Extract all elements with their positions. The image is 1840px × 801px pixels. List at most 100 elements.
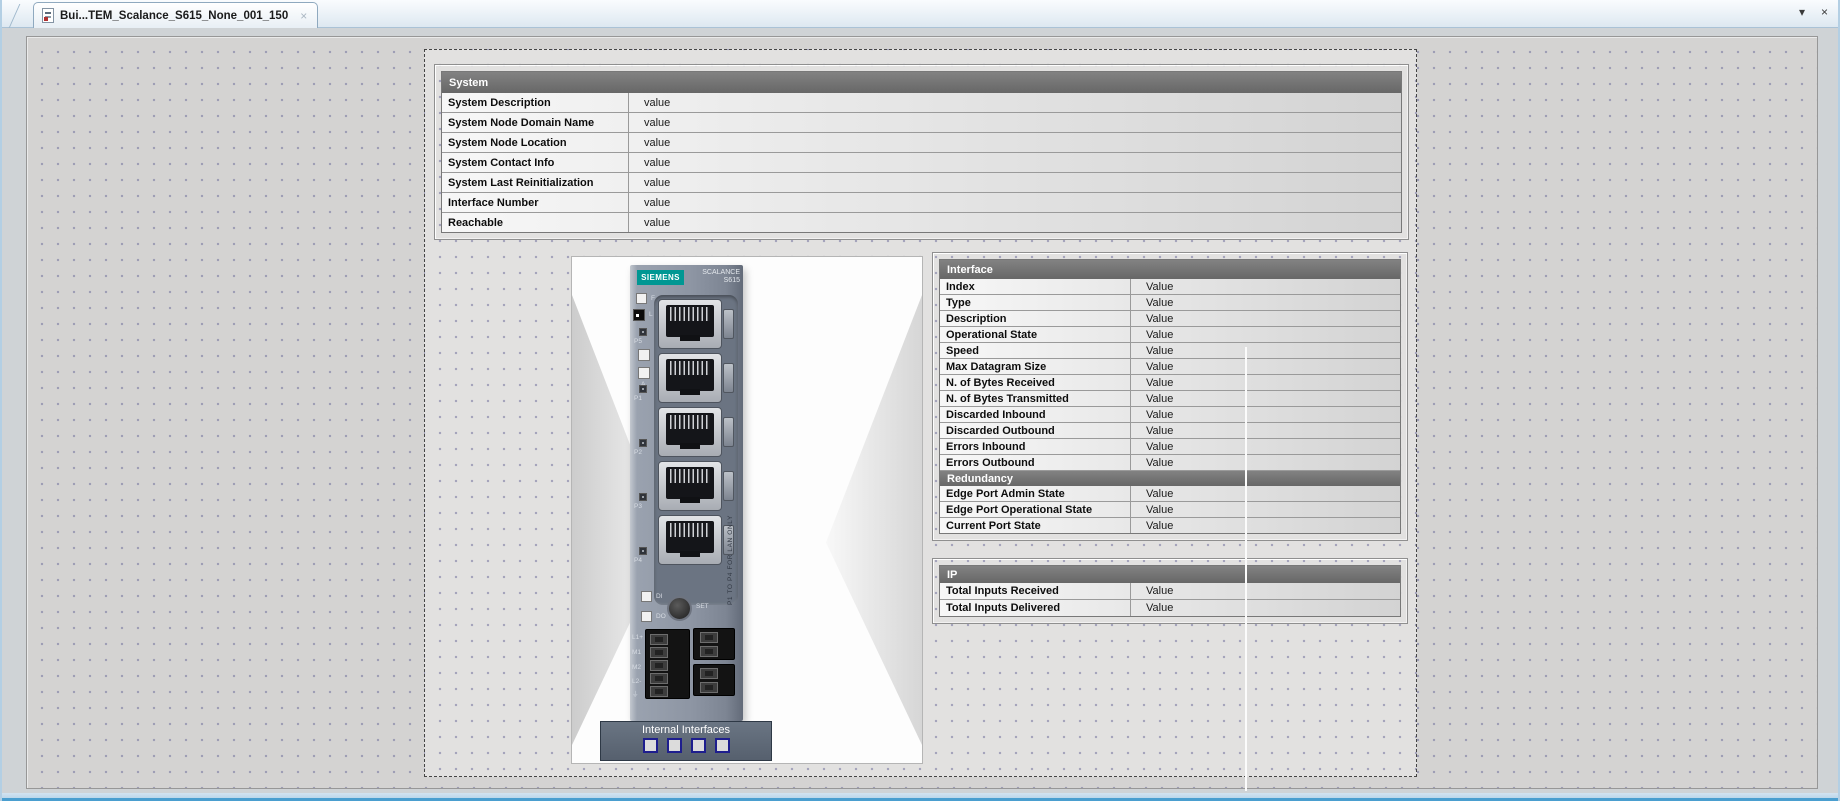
table-row[interactable]: IndexValue xyxy=(940,279,1400,295)
row-value[interactable]: value xyxy=(629,213,1401,232)
internal-interfaces-bar[interactable]: Internal Interfaces xyxy=(600,721,772,761)
interface-group[interactable]: Interface IndexValue TypeValue Descripti… xyxy=(932,252,1408,541)
interface-table-header: Interface xyxy=(940,260,1400,279)
system-table[interactable]: System System Descriptionvalue System No… xyxy=(441,71,1402,233)
led-blank xyxy=(638,349,650,361)
led-do xyxy=(641,611,652,622)
led-di xyxy=(641,591,652,602)
row-label: Edge Port Operational State xyxy=(940,502,1131,517)
table-row[interactable]: Discarded OutboundValue xyxy=(940,423,1400,439)
row-label: Description xyxy=(940,311,1131,326)
faceplate-selection[interactable]: System System Descriptionvalue System No… xyxy=(424,49,1417,777)
row-value[interactable]: value xyxy=(629,93,1401,112)
row-value[interactable]: Value xyxy=(1131,439,1400,454)
table-row[interactable]: TypeValue xyxy=(940,295,1400,311)
table-row[interactable]: Errors InboundValue xyxy=(940,439,1400,455)
led-link-label: L xyxy=(649,311,653,318)
tab-faceplate[interactable]: Bui...TEM_Scalance_S615_None_001_150 × xyxy=(33,2,318,28)
row-value[interactable]: Value xyxy=(1131,391,1400,406)
port-frame xyxy=(654,295,738,605)
ip-group[interactable]: IP Total Inputs ReceivedValue Total Inpu… xyxy=(932,558,1408,624)
table-row[interactable]: Edge Port Operational StateValue xyxy=(940,502,1400,518)
editor-window: Bui...TEM_Scalance_S615_None_001_150 × ▾… xyxy=(0,0,1840,801)
led-port4-label: P4 xyxy=(634,557,642,564)
table-row[interactable]: Operational StateValue xyxy=(940,327,1400,343)
table-row[interactable]: System Last Reinitializationvalue xyxy=(442,173,1401,193)
table-row[interactable]: System Node Locationvalue xyxy=(442,133,1401,153)
chevron-down-icon[interactable]: ▾ xyxy=(1799,5,1805,19)
device-image-panel[interactable]: SIEMENS SCALANCES615 F L P5 A P1 xyxy=(571,256,923,764)
guide-line xyxy=(1245,347,1247,791)
row-value[interactable]: Value xyxy=(1131,311,1400,326)
table-row[interactable]: Max Datagram SizeValue xyxy=(940,359,1400,375)
terminal-label: L2- xyxy=(632,678,641,685)
table-row[interactable]: DescriptionValue xyxy=(940,311,1400,327)
terminal-label: L1+ xyxy=(632,634,643,641)
table-row[interactable]: System Descriptionvalue xyxy=(442,93,1401,113)
row-value[interactable]: Value xyxy=(1131,295,1400,310)
row-label: System Last Reinitialization xyxy=(442,173,629,192)
row-value[interactable]: Value xyxy=(1131,407,1400,422)
terminal-label: ⏚ xyxy=(632,691,639,698)
internal-interface-port[interactable] xyxy=(643,738,658,753)
row-value[interactable]: Value xyxy=(1131,502,1400,517)
do-terminal-block xyxy=(693,664,735,696)
ip-table-header: IP xyxy=(940,566,1400,583)
row-value[interactable]: value xyxy=(629,173,1401,192)
table-row[interactable]: Edge Port Admin StateValue xyxy=(940,486,1400,502)
row-value[interactable]: value xyxy=(629,113,1401,132)
row-label: N. of Bytes Transmitted xyxy=(940,391,1131,406)
row-value[interactable]: Value xyxy=(1131,423,1400,438)
row-label: N. of Bytes Received xyxy=(940,375,1131,390)
terminal-label: M1 xyxy=(632,649,641,656)
row-value[interactable]: Value xyxy=(1131,327,1400,342)
table-row[interactable]: Errors OutboundValue xyxy=(940,455,1400,471)
row-label: Discarded Outbound xyxy=(940,423,1131,438)
close-icon[interactable]: × xyxy=(1821,5,1828,19)
rj45-port-5 xyxy=(658,299,722,349)
table-row[interactable]: Current Port StateValue xyxy=(940,518,1400,534)
table-row[interactable]: SpeedValue xyxy=(940,343,1400,359)
row-label: Speed xyxy=(940,343,1131,358)
row-value[interactable]: Value xyxy=(1131,583,1400,599)
row-value[interactable]: Value xyxy=(1131,518,1400,533)
led-port5 xyxy=(639,328,647,336)
ip-table[interactable]: IP Total Inputs ReceivedValue Total Inpu… xyxy=(939,565,1401,617)
row-value[interactable]: Value xyxy=(1131,343,1400,358)
table-row[interactable]: Total Inputs DeliveredValue xyxy=(940,600,1400,617)
internal-interface-port[interactable] xyxy=(715,738,730,753)
row-value[interactable]: Value xyxy=(1131,279,1400,294)
tab-title: Bui...TEM_Scalance_S615_None_001_150 xyxy=(60,10,288,22)
table-row[interactable]: N. of Bytes ReceivedValue xyxy=(940,375,1400,391)
device-model: SCALANCES615 xyxy=(702,269,740,285)
table-row[interactable]: N. of Bytes TransmittedValue xyxy=(940,391,1400,407)
scalance-device[interactable]: SIEMENS SCALANCES615 F L P5 A P1 xyxy=(630,265,743,721)
table-row[interactable]: Discarded InboundValue xyxy=(940,407,1400,423)
row-label: Errors Inbound xyxy=(940,439,1131,454)
row-value[interactable]: value xyxy=(629,153,1401,172)
system-group[interactable]: System System Descriptionvalue System No… xyxy=(434,64,1409,240)
table-row[interactable]: System Node Domain Namevalue xyxy=(442,113,1401,133)
table-row[interactable]: Interface Numbervalue xyxy=(442,193,1401,213)
internal-interface-port[interactable] xyxy=(691,738,706,753)
editor-canvas[interactable]: System System Descriptionvalue System No… xyxy=(26,36,1818,789)
row-label: System Contact Info xyxy=(442,153,629,172)
row-value[interactable]: value xyxy=(629,193,1401,212)
interface-table[interactable]: Interface IndexValue TypeValue Descripti… xyxy=(939,259,1401,534)
row-value[interactable]: Value xyxy=(1131,359,1400,374)
tab-close-icon[interactable]: × xyxy=(300,9,307,23)
set-button xyxy=(667,596,692,621)
rj45-port-4 xyxy=(658,515,722,565)
table-row[interactable]: System Contact Infovalue xyxy=(442,153,1401,173)
table-row[interactable]: Total Inputs ReceivedValue xyxy=(940,583,1400,600)
row-label: Type xyxy=(940,295,1131,310)
led-port1-label: P1 xyxy=(634,395,642,402)
faceplate-icon xyxy=(42,8,54,23)
row-value[interactable]: Value xyxy=(1131,375,1400,390)
table-row[interactable]: Reachablevalue xyxy=(442,213,1401,233)
internal-interface-port[interactable] xyxy=(667,738,682,753)
row-value[interactable]: value xyxy=(629,133,1401,152)
row-value[interactable]: Value xyxy=(1131,486,1400,501)
row-value[interactable]: Value xyxy=(1131,455,1400,470)
row-value[interactable]: Value xyxy=(1131,600,1400,616)
